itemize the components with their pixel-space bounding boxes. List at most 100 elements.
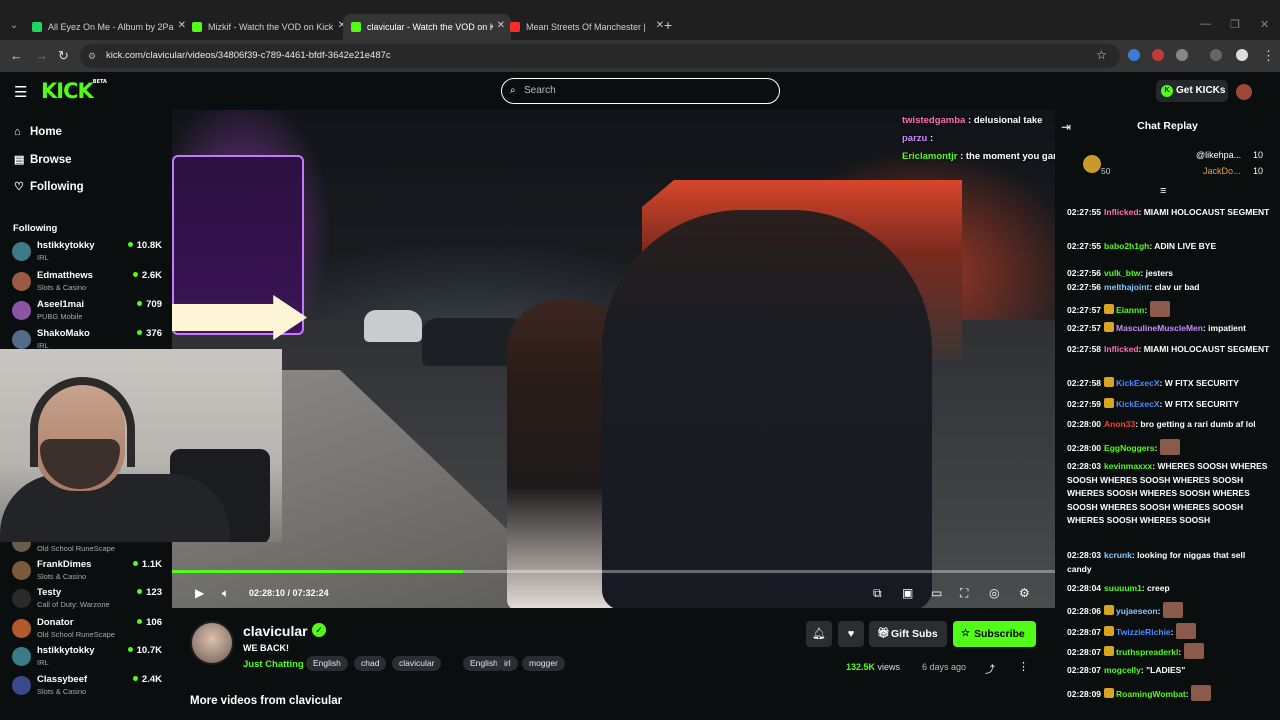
chat-username[interactable]: RoamingWombat bbox=[1116, 689, 1186, 699]
notification-bell-button[interactable]: 🔔︎ bbox=[806, 621, 832, 647]
follow-heart-button[interactable]: ♥ bbox=[838, 621, 864, 647]
chat-username[interactable]: yujaeseon bbox=[1116, 606, 1158, 616]
chat-username[interactable]: twistedgamba bbox=[902, 115, 965, 126]
chat-username[interactable]: Inflicked bbox=[1104, 207, 1138, 217]
site-header: ☰ KICKBETA ⌕ Search K Get KICKs bbox=[0, 72, 1280, 110]
chat-username[interactable]: suuuum1 bbox=[1104, 583, 1142, 593]
following-channel[interactable]: FrankDimes Slots & Casino 1.1K bbox=[12, 558, 162, 584]
viewer-count: 10.7K bbox=[128, 645, 162, 656]
extension-icon[interactable] bbox=[1128, 49, 1140, 61]
browser-menu-icon[interactable]: ⋮ bbox=[1262, 48, 1275, 64]
extensions-puzzle-icon[interactable] bbox=[1176, 49, 1188, 61]
chat-separator: : bbox=[927, 133, 934, 144]
menu-icon[interactable]: ☰ bbox=[14, 83, 27, 101]
url-field[interactable]: ⚙ kick.com/clavicular/videos/34806f39-c7… bbox=[80, 44, 1120, 68]
following-channel[interactable]: Donator Old School RuneScape 106 bbox=[12, 616, 162, 642]
tab-search-icon[interactable]: ⌄ bbox=[6, 18, 22, 34]
sidebar-item-following[interactable]: ♡ Following bbox=[14, 180, 84, 193]
channel-name[interactable]: clavicular bbox=[243, 623, 308, 639]
channel-category: IRL bbox=[37, 253, 49, 262]
sidebar-item-home[interactable]: ⌂ Home bbox=[14, 126, 62, 138]
chat-username[interactable]: vulk_btw bbox=[1104, 268, 1140, 278]
chat-username[interactable]: KickExecX bbox=[1116, 399, 1159, 409]
bookmark-star-icon[interactable]: ☆ bbox=[1096, 48, 1107, 62]
chat-username[interactable]: kcrunk bbox=[1104, 550, 1132, 560]
chat-username[interactable]: mogcelly bbox=[1104, 665, 1141, 675]
back-icon[interactable]: ← bbox=[10, 48, 23, 63]
close-window-icon[interactable]: ✕ bbox=[1260, 18, 1269, 31]
chat-separator: : bbox=[965, 115, 974, 126]
following-channel[interactable]: Edmatthews Slots & Casino 2.6K bbox=[12, 269, 162, 295]
chat-text: jesters bbox=[1145, 268, 1174, 278]
new-tab-button[interactable]: + bbox=[664, 17, 672, 33]
tag-chip[interactable]: clavicular bbox=[392, 656, 442, 671]
following-channel[interactable]: hstikkytokky IRL 10.7K bbox=[12, 644, 162, 670]
settings-gear-icon[interactable]: ⚙ bbox=[1019, 586, 1030, 600]
following-channel[interactable]: Aseel1mai PUBG Mobile 709 bbox=[12, 298, 162, 324]
extension-icon[interactable] bbox=[1152, 49, 1164, 61]
channel-name: Testy bbox=[37, 587, 62, 598]
home-icon: ⌂ bbox=[14, 126, 21, 138]
miniplayer-icon[interactable]: ⧉ bbox=[873, 586, 882, 601]
clip-icon[interactable]: ▣ bbox=[902, 586, 913, 600]
following-channel[interactable]: Testy Call of Duty: Warzone 123 bbox=[12, 586, 162, 612]
reading-list-icon[interactable] bbox=[1210, 49, 1222, 61]
maximize-icon[interactable]: ❐ bbox=[1230, 18, 1240, 31]
channel-avatar[interactable] bbox=[190, 621, 234, 665]
forward-icon[interactable]: → bbox=[35, 48, 48, 63]
tag-chip[interactable]: chad bbox=[354, 656, 387, 671]
chat-username[interactable]: Inflicked bbox=[1104, 344, 1138, 354]
chat-username[interactable]: truthspreaderkl bbox=[1116, 647, 1178, 657]
user-avatar[interactable] bbox=[1236, 84, 1252, 100]
following-channel[interactable]: hstikkytokky IRL 10.8K bbox=[12, 239, 162, 265]
chat-username[interactable]: MasculineMuscleMen bbox=[1116, 323, 1203, 333]
share-icon[interactable]: ⤴ bbox=[985, 661, 995, 676]
tag-chip[interactable]: mogger bbox=[522, 656, 565, 671]
chat-username[interactable]: kevinmaxxx bbox=[1104, 461, 1152, 471]
browser-tab[interactable]: Mizkif - Watch the VOD on Kick ✕ bbox=[184, 14, 352, 40]
profile-icon[interactable] bbox=[1236, 49, 1248, 61]
chat-username[interactable]: parzu bbox=[902, 133, 927, 144]
chat-emote-icon bbox=[1183, 643, 1204, 659]
following-channel[interactable]: Classybeef Slots & Casino 2.4K bbox=[12, 673, 162, 699]
video-player[interactable] bbox=[172, 110, 1055, 608]
chat-username[interactable]: melthajoint bbox=[1104, 282, 1149, 292]
chat-username[interactable]: Eiannn bbox=[1116, 305, 1144, 315]
chat-username[interactable]: KickExecX bbox=[1116, 378, 1159, 388]
chat-username[interactable]: Ericlamontjr bbox=[902, 151, 957, 162]
channel-name: Edmatthews bbox=[37, 270, 93, 281]
chat-message: 02:27:56 melthajoint: clav ur bad bbox=[1067, 281, 1272, 295]
search-input[interactable]: ⌕ Search bbox=[501, 78, 780, 104]
chat-username[interactable]: babo2h1gh bbox=[1104, 241, 1149, 251]
site-info-icon[interactable]: ⚙ bbox=[88, 44, 96, 68]
tag-chip[interactable]: English bbox=[306, 656, 348, 671]
get-kicks-button[interactable]: K Get KICKs bbox=[1156, 80, 1228, 102]
chat-filter-icon[interactable]: ≡ bbox=[1160, 185, 1166, 197]
chat-username[interactable]: Anon33 bbox=[1104, 419, 1135, 429]
playback-speed-icon[interactable]: ◎ bbox=[989, 586, 999, 600]
chat-separator: : bbox=[1144, 305, 1150, 315]
video-scene-person bbox=[602, 210, 932, 608]
chat-username[interactable]: EggNoggers bbox=[1104, 443, 1155, 453]
minimize-icon[interactable]: — bbox=[1200, 18, 1211, 30]
tab-close-icon[interactable]: ✕ bbox=[656, 20, 664, 31]
theater-mode-icon[interactable]: ▭ bbox=[931, 586, 942, 600]
volume-icon[interactable]: 🔈︎ bbox=[222, 586, 229, 601]
video-progress-bar[interactable] bbox=[172, 570, 1055, 573]
tag-chip[interactable]: irl bbox=[497, 656, 518, 671]
channel-avatar bbox=[12, 647, 31, 666]
chat-message: 02:28:07 TwizzieRichie: bbox=[1067, 623, 1272, 640]
browser-tab[interactable]: clavicular - Watch the VOD on K ✕ bbox=[343, 14, 511, 40]
sidebar-item-browse[interactable]: ▤ Browse bbox=[14, 153, 72, 166]
reload-icon[interactable]: ↻ bbox=[58, 48, 69, 64]
browser-tab[interactable]: Mean Streets Of Manchester | ✕ bbox=[502, 14, 670, 40]
more-options-icon[interactable]: ⋮ bbox=[1018, 660, 1029, 673]
category-link[interactable]: Just Chatting bbox=[243, 659, 304, 670]
fullscreen-icon[interactable]: ⛶ bbox=[960, 586, 968, 601]
chat-username[interactable]: TwizzieRichie bbox=[1116, 627, 1171, 637]
gift-subs-button[interactable]: 🎁︎ Gift Subs bbox=[869, 621, 947, 647]
play-icon[interactable]: ▶ bbox=[195, 586, 204, 600]
browser-tab[interactable]: All Eyez On Me - Album by 2Pa ✕ bbox=[24, 14, 192, 40]
kick-logo[interactable]: KICKBETA bbox=[41, 79, 107, 103]
subscribe-button[interactable]: ☆ Subscribe bbox=[953, 621, 1036, 647]
